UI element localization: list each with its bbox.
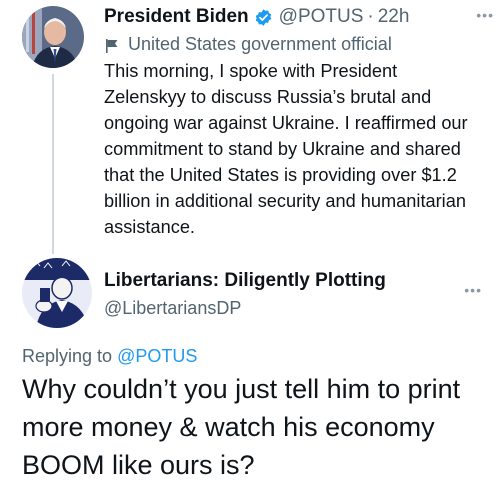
reply-author: Libertarians: Diligently Plotting @Liber… [104,268,484,320]
display-name[interactable]: President Biden [104,4,249,30]
reply-handle[interactable]: @LibertariansDP [104,296,484,320]
government-label[interactable]: United States government official [104,32,484,56]
flag-icon [104,36,120,53]
separator: · [367,6,374,27]
more-options-icon[interactable]: ••• [464,282,482,298]
government-label-text: United States government official [128,34,392,54]
timestamp[interactable]: 22h [378,4,410,30]
replying-to-mention[interactable]: @POTUS [117,346,197,366]
thread-connector-line [52,74,54,254]
tweet-text: This morning, I spoke with President Zel… [104,61,468,237]
replying-to: Replying to @POTUS [22,344,197,368]
more-options-icon[interactable]: ••• [476,8,494,22]
verified-badge-icon [254,8,273,27]
tweet-header: President Biden @POTUS · 22h [104,4,484,30]
handle[interactable]: @POTUS [279,4,364,30]
original-tweet: President Biden @POTUS · 22h United Stat… [0,0,500,258]
reply-tweet-text: Why couldn’t you just tell him to print … [22,374,461,480]
tweet-body: President Biden @POTUS · 22h United Stat… [104,4,484,240]
president-biden-avatar[interactable] [22,6,84,68]
libertarians-avatar[interactable] [22,258,92,328]
replying-to-prefix: Replying to [22,346,113,366]
reply-display-name[interactable]: Libertarians: Diligently Plotting [104,268,484,294]
